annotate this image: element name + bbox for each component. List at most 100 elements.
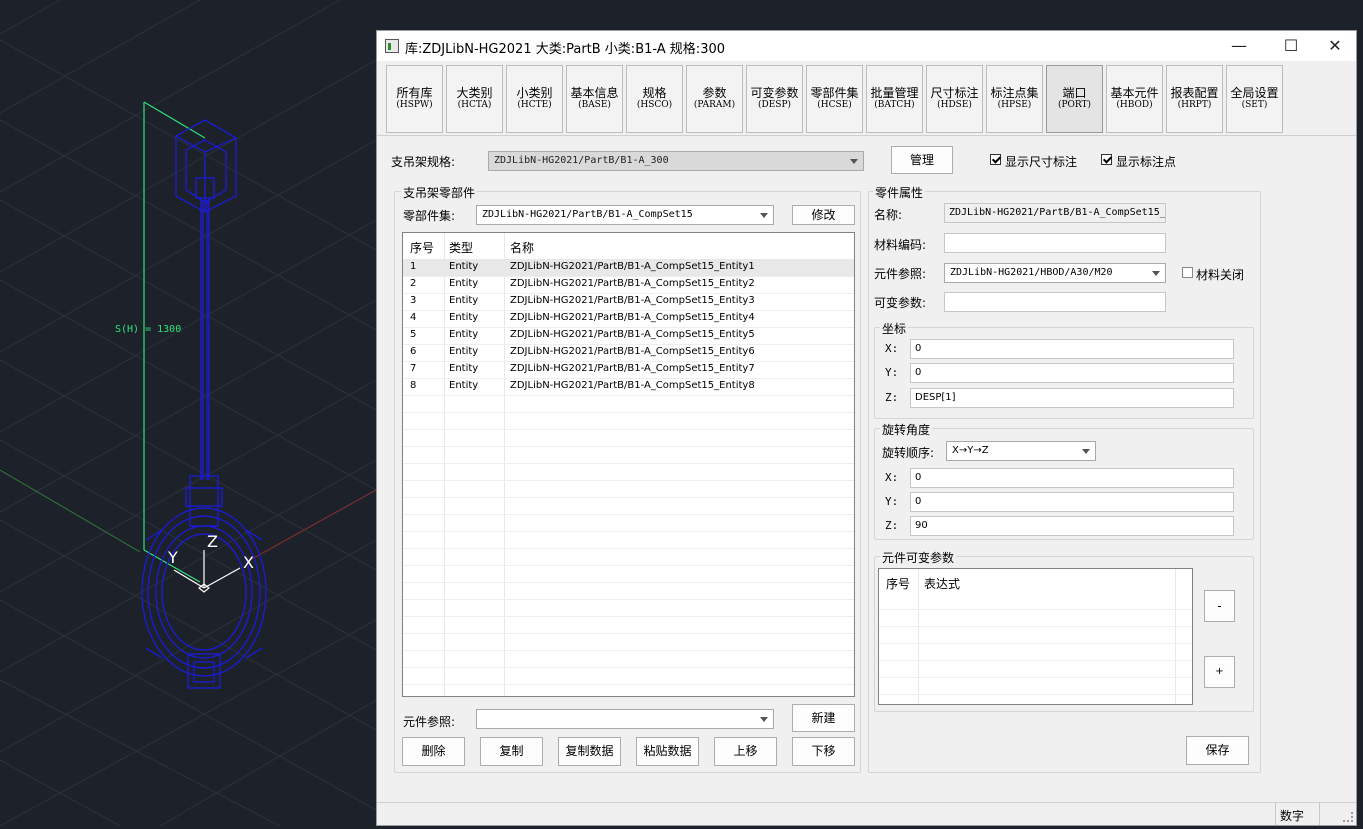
rot-y-field[interactable]: 0: [910, 492, 1234, 512]
table-row[interactable]: 5 Entity ZDJLibN-HG2021/PartB/B1-A_CompSet…: [403, 327, 854, 344]
minimize-button[interactable]: —: [1216, 31, 1262, 61]
rot-x-label: X:: [885, 471, 899, 484]
col-header-name[interactable]: 名称: [510, 239, 534, 256]
table-row[interactable]: 8 Entity ZDJLibN-HG2021/PartB/B1-A_CompSet…: [403, 378, 854, 395]
var-col-header-expr[interactable]: 表达式: [924, 575, 960, 592]
move-down-button[interactable]: 下移: [792, 737, 855, 766]
elem-var-table[interactable]: 序号 表达式: [878, 568, 1193, 705]
material-close-label: 材料关闭: [1196, 268, 1245, 282]
dimension-label: S(H) = 1300: [115, 324, 181, 335]
window-title: 库:ZDJLibN-HG2021 大类:PartB 小类:B1-A 规格:300: [405, 42, 726, 57]
tab-hspw[interactable]: 所有库 (HSPW): [386, 65, 443, 133]
paste-data-button[interactable]: 粘贴数据: [636, 737, 699, 766]
manage-button[interactable]: 管理: [891, 146, 953, 174]
elem-var-group-title: 元件可变参数: [880, 549, 957, 566]
modify-button[interactable]: 修改: [792, 205, 855, 225]
tab-batch[interactable]: 批量管理 (BATCH): [866, 65, 923, 133]
table-row[interactable]: 3 Entity ZDJLibN-HG2021/PartB/B1-A_CompSet…: [403, 293, 854, 310]
elem-ref-combo[interactable]: [476, 709, 774, 729]
tab-port[interactable]: 端口 (PORT): [1046, 65, 1103, 133]
material-close-checkbox[interactable]: [1182, 267, 1193, 278]
props-elem-ref-label: 元件参照:: [874, 267, 927, 281]
rotation-group-title: 旋转角度: [880, 421, 933, 438]
add-var-button[interactable]: +: [1204, 656, 1235, 688]
move-up-button[interactable]: 上移: [714, 737, 777, 766]
coord-z-field[interactable]: DESP[1]: [910, 388, 1234, 408]
spec-label: 支吊架规格:: [391, 155, 456, 169]
coord-y-field[interactable]: 0: [910, 363, 1234, 383]
app-icon: [385, 39, 399, 53]
rot-x-field[interactable]: 0: [910, 468, 1234, 488]
chevron-down-icon: [760, 213, 768, 218]
var-param-label: 可变参数:: [874, 296, 927, 310]
rot-z-field[interactable]: 90: [910, 516, 1234, 536]
name-label: 名称:: [874, 208, 903, 222]
var-col-header-no[interactable]: 序号: [886, 575, 910, 592]
tab-base[interactable]: 基本信息 (BASE): [566, 65, 623, 133]
cad-drawing: S(H) = 1300 Z X Y: [0, 0, 377, 827]
title-bar[interactable]: 库:ZDJLibN-HG2021 大类:PartB 小类:B1-A 规格:300…: [377, 31, 1356, 61]
tab-hcta[interactable]: 大类别 (HCTA): [446, 65, 503, 133]
tab-hsco[interactable]: 规格 (HSCO): [626, 65, 683, 133]
table-row[interactable]: 2 Entity ZDJLibN-HG2021/PartB/B1-A_CompSet…: [403, 276, 854, 293]
delete-button[interactable]: 删除: [402, 737, 465, 766]
show-points-label: 显示标注点: [1116, 155, 1177, 169]
app-window: 库:ZDJLibN-HG2021 大类:PartB 小类:B1-A 规格:300…: [376, 30, 1357, 826]
table-row[interactable]: 4 Entity ZDJLibN-HG2021/PartB/B1-A_CompSet…: [403, 310, 854, 327]
status-bar: 数字: [377, 802, 1356, 825]
save-button[interactable]: 保存: [1186, 736, 1249, 765]
status-text: 数字: [1280, 809, 1305, 823]
tab-param[interactable]: 参数 (PARAM): [686, 65, 743, 133]
name-field[interactable]: ZDJLibN-HG2021/PartB/B1-A_CompSet15_En: [944, 203, 1166, 223]
part-set-label: 零部件集:: [403, 209, 456, 223]
coord-x-field[interactable]: 0: [910, 339, 1234, 359]
parts-table[interactable]: 序号 类型 名称 1 Entity ZDJLibN-HG2021/PartB/B1-…: [402, 232, 855, 697]
new-button[interactable]: 新建: [792, 704, 855, 732]
coord-group-title: 坐标: [880, 320, 909, 337]
resize-grip-icon[interactable]: [1343, 812, 1353, 822]
props-elem-ref-combo[interactable]: ZDJLibN-HG2021/HBOD/A30/M20: [944, 263, 1166, 283]
props-group-title: 零件属性: [873, 184, 926, 201]
rot-order-combo[interactable]: X→Y→Z: [946, 441, 1096, 461]
toolbar: 所有库 (HSPW) 大类别 (HCTA) 小类别 (HCTE) 基本信息 (BASE)…: [377, 63, 1356, 136]
col-header-no[interactable]: 序号: [410, 239, 434, 256]
show-dim-label: 显示尺寸标注: [1005, 155, 1078, 169]
maximize-button[interactable]: ☐: [1268, 31, 1314, 61]
table-row[interactable]: 6 Entity ZDJLibN-HG2021/PartB/B1-A_CompSet…: [403, 344, 854, 361]
tab-hdse[interactable]: 尺寸标注 (HDSE): [926, 65, 983, 133]
remove-var-button[interactable]: -: [1204, 590, 1235, 622]
cad-viewport[interactable]: S(H) = 1300 Z X Y: [0, 0, 377, 827]
tab-hpse[interactable]: 标注点集 (HPSE): [986, 65, 1043, 133]
rot-y-label: Y:: [885, 495, 899, 508]
material-field[interactable]: [944, 233, 1166, 253]
coord-z-label: Z:: [885, 391, 899, 404]
coord-y-label: Y:: [885, 366, 899, 379]
parts-group-title: 支吊架零部件: [401, 184, 478, 201]
table-row[interactable]: 1 Entity ZDJLibN-HG2021/PartB/B1-A_CompSet…: [403, 259, 854, 276]
chevron-down-icon: [850, 159, 858, 164]
tab-desp[interactable]: 可变参数 (DESP): [746, 65, 803, 133]
close-button[interactable]: ✕: [1312, 31, 1358, 61]
tab-hbod[interactable]: 基本元件 (HBOD): [1106, 65, 1163, 133]
copy-button[interactable]: 复制: [480, 737, 543, 766]
show-points-checkbox[interactable]: [1101, 154, 1112, 165]
tab-set[interactable]: 全局设置 (SET): [1226, 65, 1283, 133]
copy-data-button[interactable]: 复制数据: [558, 737, 621, 766]
coord-x-label: X:: [885, 342, 899, 355]
axis-z-label: Z: [207, 532, 218, 551]
axis-y-label: Y: [167, 548, 178, 567]
spec-combo[interactable]: ZDJLibN-HG2021/PartB/B1-A_300: [488, 151, 864, 171]
col-header-type[interactable]: 类型: [449, 239, 473, 256]
tab-hrpt[interactable]: 报表配置 (HRPT): [1166, 65, 1223, 133]
elem-ref-label: 元件参照:: [403, 715, 456, 729]
chevron-down-icon: [1152, 271, 1160, 276]
part-set-combo[interactable]: ZDJLibN-HG2021/PartB/B1-A_CompSet15: [476, 205, 774, 225]
axis-x-label: X: [243, 553, 254, 572]
tab-hcte[interactable]: 小类别 (HCTE): [506, 65, 563, 133]
tab-hcse[interactable]: 零部件集 (HCSE): [806, 65, 863, 133]
var-param-field[interactable]: [944, 292, 1166, 312]
table-row[interactable]: 7 Entity ZDJLibN-HG2021/PartB/B1-A_CompSet…: [403, 361, 854, 378]
rot-z-label: Z:: [885, 519, 899, 532]
chevron-down-icon: [760, 717, 768, 722]
show-dim-checkbox[interactable]: [990, 154, 1001, 165]
